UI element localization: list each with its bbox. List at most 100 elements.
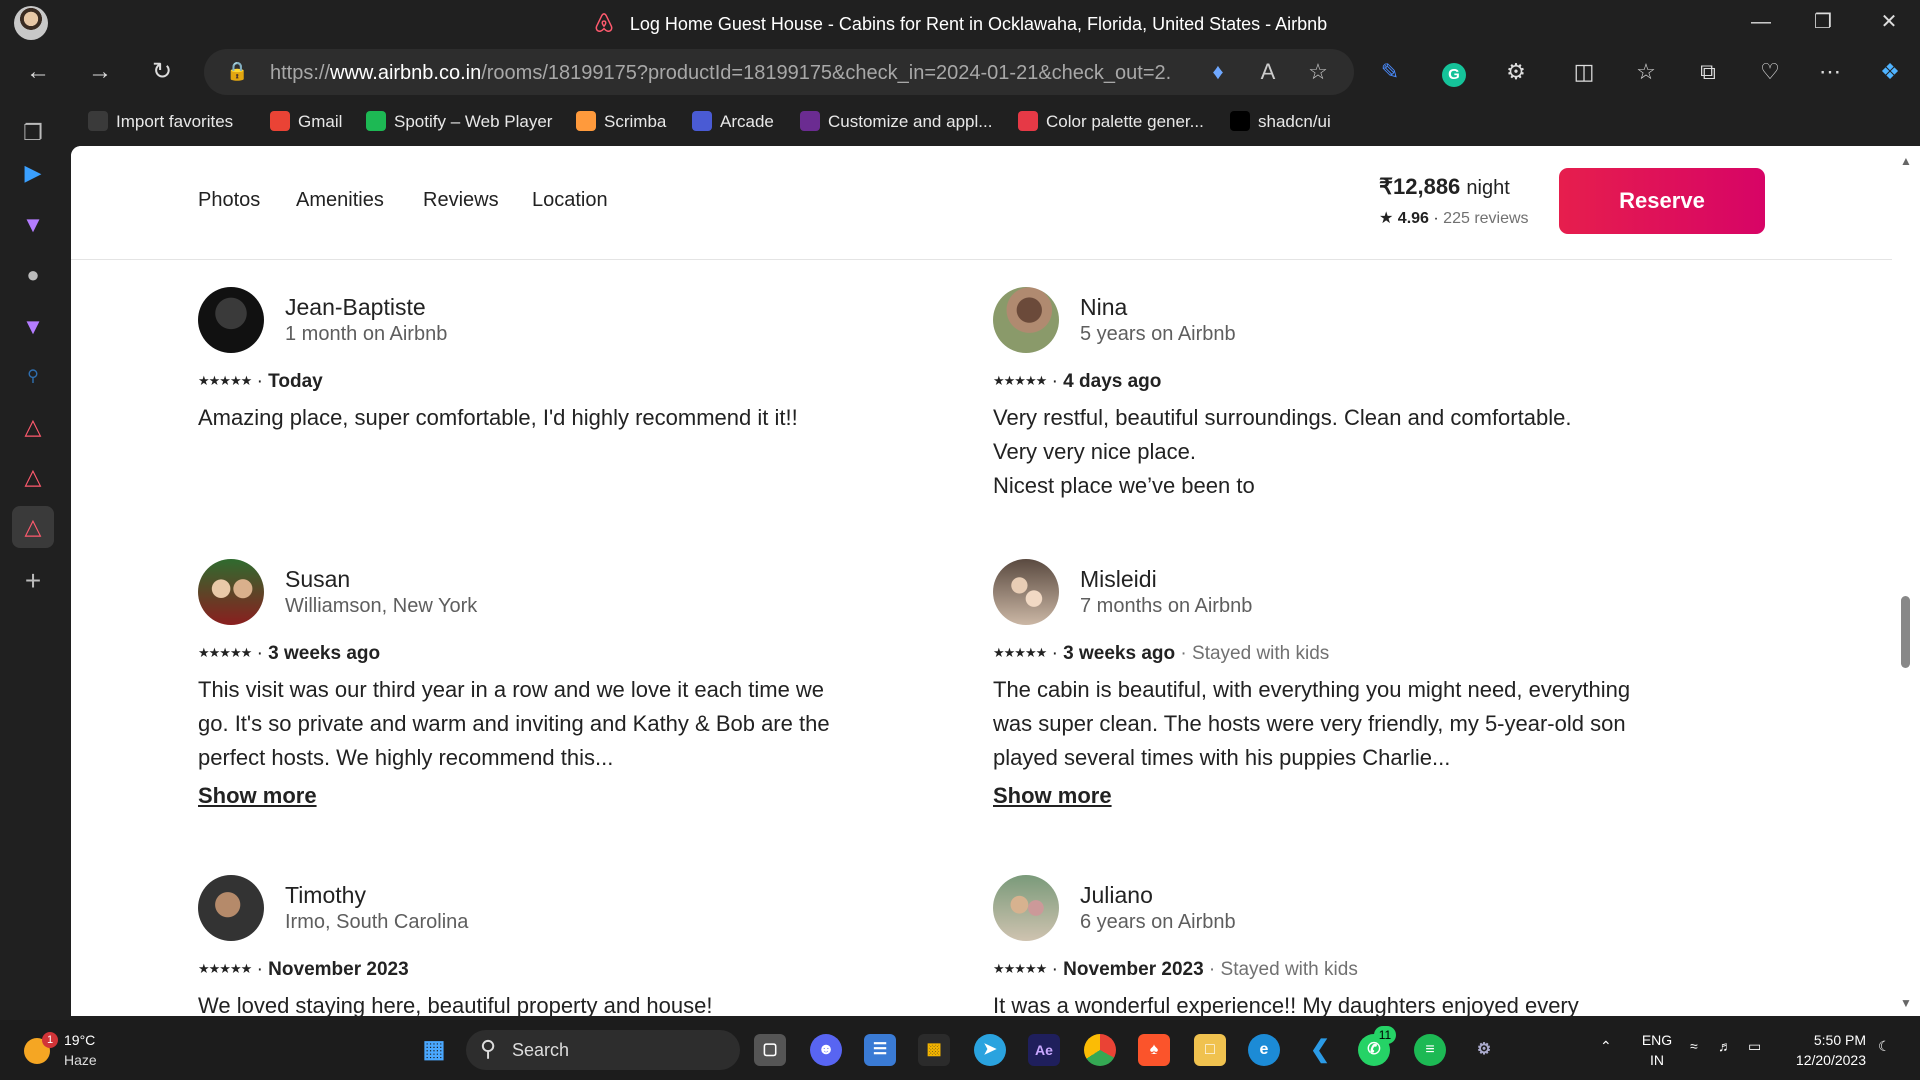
favorite-star-icon[interactable]: ☆ — [1304, 58, 1332, 86]
file-explorer-icon[interactable]: □ — [1194, 1034, 1226, 1066]
spotify-icon[interactable]: ≡ — [1414, 1034, 1446, 1066]
tab-vite-icon[interactable]: ▼ — [12, 204, 54, 246]
review-text-line: Very restful, beautiful surroundings. Cl… — [993, 405, 1572, 430]
notification-moon-icon[interactable]: ☾ — [1878, 1038, 1891, 1055]
task-view-icon[interactable]: ▢ — [754, 1034, 786, 1066]
tab-photos[interactable]: Photos — [198, 189, 260, 212]
reviews-count-link[interactable]: 225 reviews — [1443, 210, 1528, 227]
tab-vite-2-icon[interactable]: ▼ — [12, 306, 54, 348]
stay-type: Stayed with kids — [1220, 959, 1358, 980]
refresh-icon[interactable]: ↻ — [140, 50, 184, 94]
split-screen-icon[interactable]: ◫ — [1566, 54, 1602, 90]
favorite-label: Customize and appl... — [828, 112, 993, 131]
settings-gear-icon[interactable]: ⚙ — [1468, 1034, 1500, 1066]
show-more-link[interactable]: Show more — [198, 783, 317, 809]
airbnb-logo-icon — [595, 13, 613, 32]
tab-airbnb-2-icon[interactable]: △ — [12, 456, 54, 498]
read-aloud-icon[interactable]: A — [1254, 58, 1282, 86]
forward-icon[interactable]: → — [78, 50, 122, 94]
review-text: The cabin is beautiful, with everything … — [993, 677, 1631, 770]
close-button[interactable]: ✕ — [1858, 0, 1920, 44]
extensions-icon[interactable]: ⚙ — [1498, 54, 1534, 90]
taskbar-search[interactable]: ⚲ Search — [466, 1030, 740, 1070]
page-viewport: Photos Amenities Reviews Location ₹12,88… — [71, 146, 1892, 1016]
lock-icon[interactable]: 🔒 — [226, 61, 248, 83]
pen-extension-icon[interactable]: ✎ — [1372, 54, 1408, 90]
review-text-line: Nicest place we’ve been to — [993, 473, 1255, 498]
tab-reviews[interactable]: Reviews — [423, 189, 499, 212]
reviewer-avatar[interactable] — [198, 287, 264, 353]
folder-import-icon — [88, 111, 108, 131]
favorite-folder-import[interactable]: Import favorites — [88, 111, 233, 135]
favorite-label: Color palette gener... — [1046, 112, 1204, 131]
favorite-gmail[interactable]: Gmail — [270, 111, 342, 135]
show-more-link[interactable]: Show more — [993, 783, 1112, 809]
tab-amenities[interactable]: Amenities — [296, 189, 384, 212]
favorites-icon[interactable]: ☆ — [1628, 54, 1664, 90]
favorite-scrimba[interactable]: Scrimba — [576, 111, 666, 135]
discord-icon[interactable]: ☻ — [810, 1034, 842, 1066]
scrollbar-thumb[interactable] — [1901, 596, 1910, 668]
navigation-bar: ← → ↻ 🔒 https://www.airbnb.co.in/rooms/1… — [0, 44, 1920, 100]
telegram-icon[interactable]: ➤ — [974, 1034, 1006, 1066]
favorite-shadcn[interactable]: shadcn/ui — [1230, 111, 1331, 135]
favorite-label: Spotify – Web Player — [394, 112, 553, 131]
favorite-arcade[interactable]: Arcade — [692, 111, 774, 135]
tab-airbnb-active-icon[interactable]: △ — [12, 506, 54, 548]
browser-essentials-icon[interactable]: ♡ — [1752, 54, 1788, 90]
tray-overflow-icon[interactable]: ⌃ — [1600, 1038, 1612, 1055]
coupon-tag-icon[interactable]: ♦ — [1204, 58, 1232, 86]
vscode-icon[interactable]: ❮ — [1304, 1034, 1336, 1066]
crown-icon — [800, 111, 820, 131]
minimize-button[interactable]: — — [1730, 0, 1792, 44]
store-icon[interactable]: ▩ — [918, 1034, 950, 1066]
reviewer-avatar[interactable] — [993, 559, 1059, 625]
clock[interactable]: 5:50 PM 12/20/2023 — [1790, 1030, 1866, 1070]
vertical-sidebar: ❐ ▶ ▼ ● ▼ ⚲ △ △ △ + — [0, 100, 68, 1020]
after-effects-icon[interactable]: Ae — [1028, 1034, 1060, 1066]
copilot-icon[interactable]: ❖ — [1872, 54, 1908, 90]
restore-button[interactable]: ❐ — [1792, 0, 1854, 44]
reserve-button[interactable]: Reserve — [1559, 168, 1765, 234]
gmail-icon — [270, 111, 290, 131]
review-text: It was a wonderful experience!! My daugh… — [993, 993, 1579, 1016]
battery-icon[interactable]: ▭ — [1748, 1038, 1761, 1055]
tab-location[interactable]: Location — [532, 189, 608, 212]
more-options-icon[interactable]: ⋯ — [1812, 54, 1848, 90]
arcade-icon — [692, 111, 712, 131]
new-tab-plus-icon[interactable]: + — [12, 560, 54, 602]
wifi-icon[interactable]: ≈ — [1690, 1038, 1698, 1054]
clock-time: 5:50 PM — [1813, 1032, 1866, 1048]
page-scrollbar[interactable]: ▲ ▼ — [1892, 146, 1920, 1016]
review-card: Juliano 6 years on Airbnb ★★★★★ · Novemb… — [993, 875, 1653, 1016]
review-text: We loved staying here, beautiful propert… — [198, 993, 713, 1016]
reviewer-avatar[interactable] — [993, 875, 1059, 941]
tab-airbnb-icon[interactable]: △ — [12, 406, 54, 448]
title-bar: Log Home Guest House - Cabins for Rent i… — [0, 0, 1920, 44]
url-text[interactable]: https://www.airbnb.co.in/rooms/18199175?… — [270, 62, 1170, 85]
chrome-icon[interactable] — [1084, 1034, 1116, 1066]
address-bar[interactable]: 🔒 https://www.airbnb.co.in/rooms/1819917… — [204, 49, 1354, 95]
favorite-g-letter[interactable]: Color palette gener... — [1018, 111, 1204, 135]
review-date: November 2023 — [268, 959, 409, 980]
windows-start-icon[interactable]: ▦ — [418, 1034, 450, 1066]
reviewer-avatar[interactable] — [198, 875, 264, 941]
favorite-crown[interactable]: Customize and appl... — [800, 111, 992, 135]
reviewer-avatar[interactable] — [993, 287, 1059, 353]
collections-icon[interactable]: ⧉ — [1690, 54, 1726, 90]
brave-icon[interactable]: ♠ — [1138, 1034, 1170, 1066]
tab-actions-icon[interactable]: ❐ — [12, 112, 54, 154]
tab-video-icon[interactable]: ▶ — [12, 152, 54, 194]
scroll-down-arrow-icon[interactable]: ▼ — [1900, 996, 1912, 1010]
favorite-spotify[interactable]: Spotify – Web Player — [366, 111, 552, 135]
tab-search-icon[interactable]: ⚲ — [12, 356, 54, 398]
volume-icon[interactable]: ♬ — [1718, 1038, 1732, 1054]
scroll-up-arrow-icon[interactable]: ▲ — [1900, 154, 1912, 168]
reviewer-avatar[interactable] — [198, 559, 264, 625]
back-icon[interactable]: ← — [16, 50, 60, 94]
grammarly-icon[interactable]: G — [1436, 54, 1472, 90]
notepad-icon[interactable]: ☰ — [864, 1034, 896, 1066]
language-indicator[interactable]: ENG IN — [1640, 1030, 1674, 1070]
tab-github-icon[interactable]: ● — [12, 254, 54, 296]
edge-icon[interactable]: e — [1248, 1034, 1280, 1066]
